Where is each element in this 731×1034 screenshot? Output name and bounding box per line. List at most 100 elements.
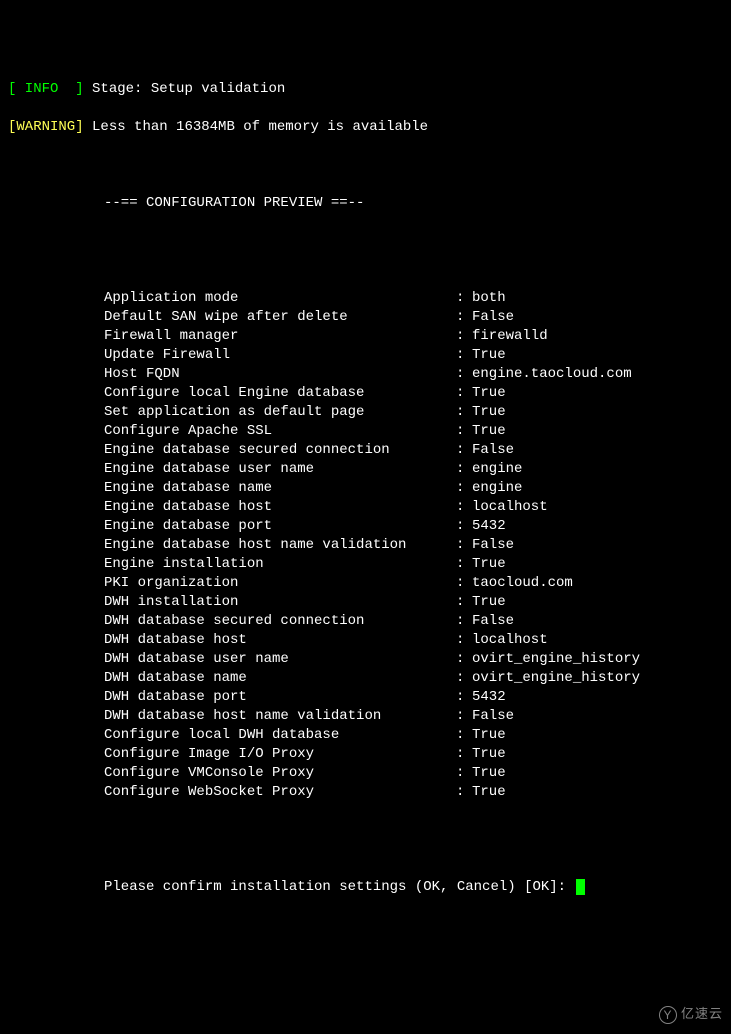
config-separator: : bbox=[456, 726, 472, 745]
config-separator: : bbox=[456, 517, 472, 536]
config-separator: : bbox=[456, 479, 472, 498]
warning-tag: [WARNING] bbox=[8, 119, 84, 135]
cursor-icon bbox=[576, 879, 585, 895]
config-separator: : bbox=[456, 441, 472, 460]
info-tag: [ INFO ] bbox=[8, 81, 84, 97]
log-info-line: [ INFO ] Stage: Setup validation bbox=[8, 80, 723, 99]
config-row: Configure VMConsole Proxy:True bbox=[8, 764, 723, 783]
section-header-line: --== CONFIGURATION PREVIEW ==-- bbox=[8, 194, 723, 213]
config-separator: : bbox=[456, 688, 472, 707]
config-value: True bbox=[472, 593, 506, 612]
config-value: False bbox=[472, 536, 514, 555]
config-label: Set application as default page bbox=[104, 403, 456, 422]
config-value: True bbox=[472, 555, 506, 574]
config-row: DWH database user name:ovirt_engine_hist… bbox=[8, 650, 723, 669]
config-label: Configure Apache SSL bbox=[104, 422, 456, 441]
prompt-line[interactable]: Please confirm installation settings (OK… bbox=[8, 878, 723, 897]
config-separator: : bbox=[456, 384, 472, 403]
config-row: Host FQDN:engine.taocloud.com bbox=[8, 365, 723, 384]
config-value: True bbox=[472, 384, 506, 403]
config-row: Configure Apache SSL:True bbox=[8, 422, 723, 441]
config-label: Engine installation bbox=[104, 555, 456, 574]
config-separator: : bbox=[456, 764, 472, 783]
config-value: False bbox=[472, 441, 514, 460]
config-row: Engine database user name:engine bbox=[8, 460, 723, 479]
config-value: True bbox=[472, 745, 506, 764]
config-row: Application mode:both bbox=[8, 289, 723, 308]
config-label: Engine database user name bbox=[104, 460, 456, 479]
config-preview-list: Application mode:both Default SAN wipe a… bbox=[8, 289, 723, 802]
config-separator: : bbox=[456, 555, 472, 574]
config-value: both bbox=[472, 289, 506, 308]
config-separator: : bbox=[456, 498, 472, 517]
log-warning-line: [WARNING] Less than 16384MB of memory is… bbox=[8, 118, 723, 137]
config-value: 5432 bbox=[472, 688, 506, 707]
config-row: Configure WebSocket Proxy:True bbox=[8, 783, 723, 802]
config-value: localhost bbox=[472, 631, 548, 650]
watermark: Y亿速云 bbox=[659, 1004, 723, 1024]
config-separator: : bbox=[456, 631, 472, 650]
config-value: engine bbox=[472, 479, 522, 498]
config-label: Update Firewall bbox=[104, 346, 456, 365]
blank-line bbox=[8, 156, 723, 175]
config-value: True bbox=[472, 403, 506, 422]
watermark-text: 亿速云 bbox=[681, 1006, 723, 1021]
config-value: engine bbox=[472, 460, 522, 479]
config-value: ovirt_engine_history bbox=[472, 650, 640, 669]
section-header: --== CONFIGURATION PREVIEW ==-- bbox=[104, 195, 364, 211]
config-separator: : bbox=[456, 346, 472, 365]
config-label: DWH database secured connection bbox=[104, 612, 456, 631]
config-row: DWH database host:localhost bbox=[8, 631, 723, 650]
config-separator: : bbox=[456, 536, 472, 555]
config-label: DWH installation bbox=[104, 593, 456, 612]
config-separator: : bbox=[456, 403, 472, 422]
config-label: Engine database host bbox=[104, 498, 456, 517]
config-label: Configure local Engine database bbox=[104, 384, 456, 403]
config-separator: : bbox=[456, 460, 472, 479]
config-label: DWH database name bbox=[104, 669, 456, 688]
config-value: True bbox=[472, 726, 506, 745]
config-row: PKI organization:taocloud.com bbox=[8, 574, 723, 593]
config-label: DWH database host name validation bbox=[104, 707, 456, 726]
config-label: Configure WebSocket Proxy bbox=[104, 783, 456, 802]
config-label: Engine database name bbox=[104, 479, 456, 498]
config-value: ovirt_engine_history bbox=[472, 669, 640, 688]
config-row: DWH database name:ovirt_engine_history bbox=[8, 669, 723, 688]
config-value: False bbox=[472, 612, 514, 631]
config-value: False bbox=[472, 308, 514, 327]
config-value: True bbox=[472, 346, 506, 365]
config-separator: : bbox=[456, 365, 472, 384]
config-row: DWH installation:True bbox=[8, 593, 723, 612]
config-row: Engine database secured connection:False bbox=[8, 441, 723, 460]
config-row: Configure local DWH database:True bbox=[8, 726, 723, 745]
config-label: DWH database host bbox=[104, 631, 456, 650]
config-row: Configure local Engine database:True bbox=[8, 384, 723, 403]
config-value: True bbox=[472, 764, 506, 783]
config-value: engine.taocloud.com bbox=[472, 365, 632, 384]
prompt-text: Please confirm installation settings (OK… bbox=[104, 879, 574, 895]
config-separator: : bbox=[456, 745, 472, 764]
config-value: taocloud.com bbox=[472, 574, 573, 593]
config-label: Configure Image I/O Proxy bbox=[104, 745, 456, 764]
config-separator: : bbox=[456, 327, 472, 346]
config-value: firewalld bbox=[472, 327, 548, 346]
config-label: Application mode bbox=[104, 289, 456, 308]
config-label: Firewall manager bbox=[104, 327, 456, 346]
config-row: DWH database port:5432 bbox=[8, 688, 723, 707]
config-row: Configure Image I/O Proxy:True bbox=[8, 745, 723, 764]
config-label: DWH database user name bbox=[104, 650, 456, 669]
config-row: DWH database host name validation:False bbox=[8, 707, 723, 726]
config-label: Configure VMConsole Proxy bbox=[104, 764, 456, 783]
config-separator: : bbox=[456, 612, 472, 631]
config-label: Engine database port bbox=[104, 517, 456, 536]
blank-line bbox=[8, 840, 723, 859]
config-separator: : bbox=[456, 574, 472, 593]
config-row: Engine database port:5432 bbox=[8, 517, 723, 536]
config-value: False bbox=[472, 707, 514, 726]
config-separator: : bbox=[456, 650, 472, 669]
config-separator: : bbox=[456, 783, 472, 802]
config-label: PKI organization bbox=[104, 574, 456, 593]
config-label: Engine database host name validation bbox=[104, 536, 456, 555]
config-separator: : bbox=[456, 422, 472, 441]
config-value: True bbox=[472, 783, 506, 802]
